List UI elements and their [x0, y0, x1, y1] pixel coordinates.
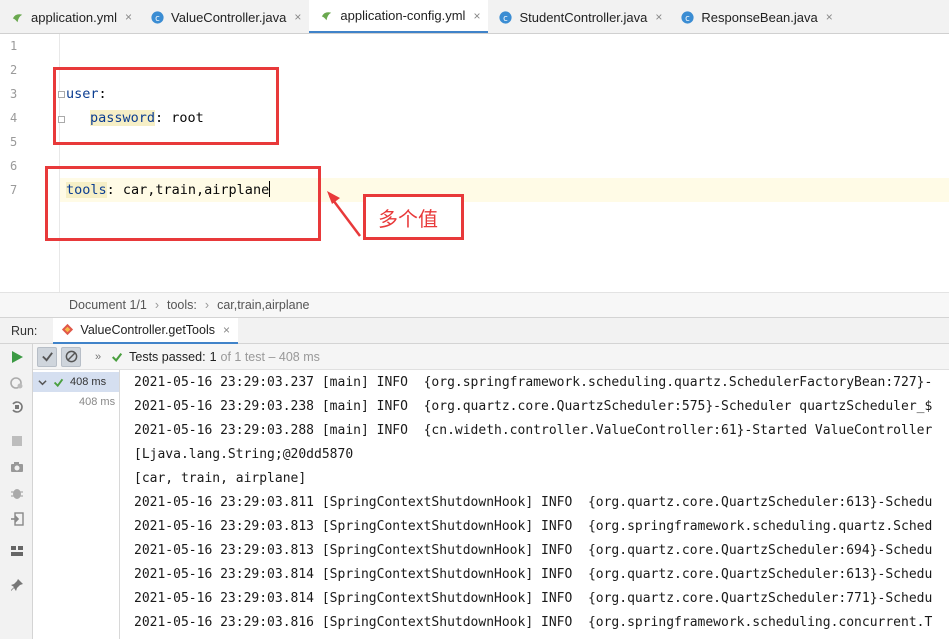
tests-passed-count: 1	[209, 349, 217, 364]
run-config-tab[interactable]: ValueController.getTools ×	[53, 317, 238, 344]
breadcrumb: Document 1/1 › tools: › car,train,airpla…	[0, 292, 949, 317]
java-class-icon: c	[499, 10, 513, 24]
tab-label: application.yml	[31, 9, 117, 25]
annotation-callout: 多个值	[363, 194, 464, 240]
test-child-time: 408 ms	[79, 396, 116, 408]
test-tree-root-row[interactable]: 408 ms	[33, 372, 119, 392]
console-line: 2021-05-16 23:29:03.237 [main] INFO {org…	[134, 375, 933, 390]
rerun-failed-icon[interactable]	[10, 376, 24, 390]
tab-label: ResponseBean.java	[701, 9, 818, 25]
code-editor[interactable]: 1 2 3 4 5 6 7 user: password: root tools…	[0, 34, 949, 292]
junit-diamond-icon	[62, 323, 74, 336]
debug-bug-icon[interactable]	[10, 486, 24, 500]
test-results-toolbar: » Tests passed: 1 of 1 test – 408 ms	[33, 344, 949, 370]
yaml-icon	[12, 13, 23, 22]
check-icon	[41, 352, 53, 362]
breadcrumb-value[interactable]: car,train,airplane	[217, 298, 309, 312]
breadcrumb-separator: ›	[204, 298, 210, 312]
line-number: 7	[10, 183, 18, 197]
tests-passed-check-icon	[112, 352, 123, 362]
tab-responsebean-java[interactable]: c ResponseBean.java ×	[670, 0, 840, 33]
close-icon[interactable]: ×	[125, 10, 132, 24]
java-class-icon: c	[151, 10, 164, 24]
console-line: 2021-05-16 23:29:03.814 [SpringContextSh…	[134, 567, 933, 582]
svg-text:c: c	[504, 12, 509, 22]
close-icon[interactable]: ×	[473, 9, 480, 23]
tab-label: application-config.yml	[340, 8, 466, 23]
layout-icon[interactable]	[10, 544, 24, 558]
console-output[interactable]: 2021-05-16 23:29:03.237 [main] INFO {org…	[121, 370, 949, 639]
test-tree-child-row[interactable]: 408 ms	[79, 392, 115, 412]
java-class-icon: c	[681, 10, 694, 24]
console-line: 2021-05-16 23:29:03.816 [SpringContextSh…	[134, 615, 933, 630]
console-line: 2021-05-16 23:29:03.238 [main] INFO {org…	[134, 399, 933, 414]
import-tests-icon[interactable]	[10, 512, 24, 526]
tab-valuecontroller-java[interactable]: c ValueController.java ×	[140, 0, 309, 33]
show-ignored-button[interactable]	[61, 346, 81, 367]
line-number: 3	[10, 87, 18, 101]
line-number-gutter: 1 2 3 4 5 6 7	[0, 34, 60, 292]
console-line: 2021-05-16 23:29:03.813 [SpringContextSh…	[134, 519, 933, 534]
close-icon[interactable]: ×	[294, 10, 301, 24]
console-line: [Ljava.lang.String;@20dd5870	[134, 447, 354, 462]
run-label: Run:	[11, 323, 38, 338]
svg-text:c: c	[686, 12, 691, 22]
tab-studentcontroller-java[interactable]: c StudentController.java ×	[488, 0, 670, 33]
toggle-autotest-icon[interactable]	[10, 400, 24, 414]
run-tool-window-header: Run: ValueController.getTools ×	[0, 317, 949, 344]
show-passed-button[interactable]	[37, 346, 57, 367]
run-tab-label: ValueController.getTools	[80, 322, 215, 337]
tab-application-config-yml[interactable]: application-config.yml ×	[309, 0, 489, 33]
yaml-icon	[322, 12, 332, 21]
svg-text:c: c	[155, 12, 160, 22]
console-line: 2021-05-16 23:29:03.814 [SpringContextSh…	[134, 591, 933, 606]
chevron-down-icon[interactable]	[38, 378, 47, 387]
tab-label: ValueController.java	[171, 9, 287, 25]
line-number: 6	[10, 159, 18, 173]
tests-passed-total: of 1 test – 408 ms	[220, 349, 320, 364]
console-line: 2021-05-16 23:29:03.813 [SpringContextSh…	[134, 543, 933, 558]
close-icon[interactable]: ×	[826, 10, 833, 24]
test-passed-check-icon	[53, 378, 64, 387]
breadcrumb-document[interactable]: Document 1/1	[69, 298, 147, 312]
editor-tab-bar: application.yml × c ValueController.java…	[0, 0, 949, 34]
pin-icon[interactable]	[10, 578, 24, 592]
tab-label: StudentController.java	[519, 9, 648, 25]
close-icon[interactable]: ×	[655, 10, 662, 24]
annotation-box-user	[53, 67, 279, 145]
line-number: 5	[10, 135, 18, 149]
close-icon[interactable]: ×	[223, 323, 230, 337]
line-number: 2	[10, 63, 18, 77]
line-number: 1	[10, 39, 18, 53]
test-tree: 408 ms 408 ms	[33, 370, 120, 639]
stop-icon[interactable]	[10, 434, 24, 448]
camera-icon[interactable]	[10, 460, 24, 474]
ignored-circle-icon	[65, 350, 77, 363]
console-line: 2021-05-16 23:29:03.288 [main] INFO {cn.…	[134, 423, 933, 438]
annotation-box-tools	[45, 166, 321, 241]
rerun-play-icon[interactable]	[10, 350, 24, 364]
breadcrumb-separator: ›	[154, 298, 159, 312]
console-line: [car, train, airplane]	[134, 471, 307, 486]
breadcrumb-key[interactable]: tools:	[167, 298, 197, 312]
tests-passed-label: Tests passed:	[129, 349, 206, 364]
line-number: 4	[10, 111, 18, 125]
test-root-time: 408 ms	[70, 376, 107, 388]
run-side-toolbar	[0, 344, 33, 639]
tab-application-yml[interactable]: application.yml ×	[0, 0, 140, 33]
more-actions-chevron-icon[interactable]: »	[95, 351, 101, 363]
console-line: 2021-05-16 23:29:03.811 [SpringContextSh…	[134, 495, 933, 510]
